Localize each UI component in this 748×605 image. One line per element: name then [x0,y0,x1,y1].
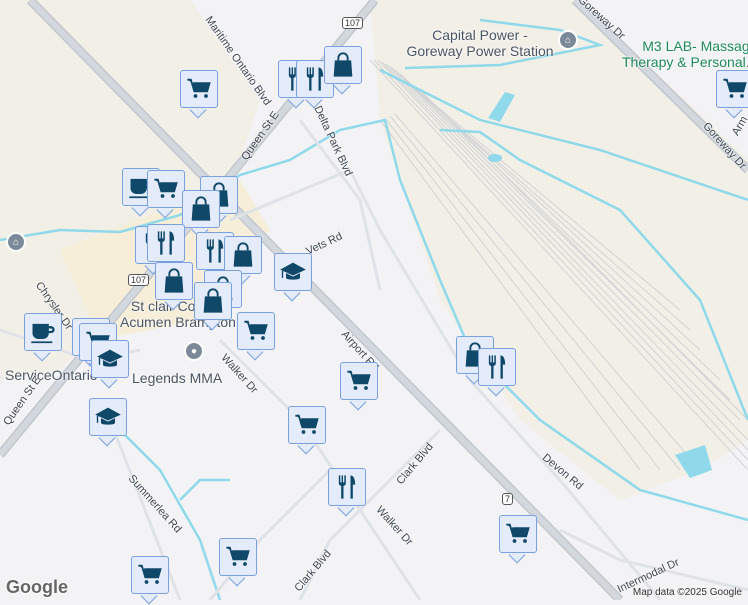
shopping-bag-icon [194,282,232,320]
map-marker-shopping-cart[interactable] [237,312,275,361]
shopping-cart-icon [219,538,257,576]
shopping-cart-icon [499,515,537,553]
school-icon [274,253,312,291]
map-marker-shopping-cart[interactable] [499,515,537,564]
map-marker-shopping-cart[interactable] [340,362,378,411]
map-marker-shopping-cart[interactable] [219,538,257,587]
shopping-cart-icon [288,406,326,444]
shopping-cart-icon [147,170,185,208]
highway-shield: 107 [128,274,150,286]
place-label[interactable]: Capital Power - Goreway Power Station [405,27,555,59]
school-icon [89,398,127,436]
shopping-bag-icon [155,262,193,300]
map-marker-school[interactable] [91,340,129,389]
map-marker-shopping-cart[interactable] [147,170,185,219]
map-marker-cafe[interactable] [24,313,62,362]
highway-shield: 107 [342,17,364,29]
shopping-cart-icon [131,556,169,594]
landmark-icon[interactable]: ⌂ [558,30,578,50]
landmark-icon[interactable]: ⌂ [6,232,26,252]
place-label-serviceontario[interactable]: ServiceOntario [5,367,98,383]
map-marker-restaurant[interactable] [478,348,516,397]
map-marker-shopping-bag[interactable] [155,262,193,311]
shopping-bag-icon [182,190,220,228]
map-marker-shopping-cart[interactable] [288,406,326,455]
map-marker-shopping-bag[interactable] [182,190,220,239]
map-marker-shopping-bag[interactable] [194,282,232,331]
shopping-cart-icon [340,362,378,400]
place-label-legends[interactable]: Legends MMA [132,370,222,386]
place-label-m3lab[interactable]: M3 LAB- Massage Therapy & Personal... [622,38,748,70]
restaurant-icon [328,468,366,506]
map-marker-shopping-cart[interactable] [131,556,169,605]
shopping-cart-icon [180,70,218,108]
shopping-bag-icon [224,236,262,274]
map-marker-restaurant[interactable] [328,468,366,517]
shopping-cart-icon [716,70,748,108]
google-logo: Google [6,577,68,597]
highway-shield: 7 [502,493,514,505]
place-pin-icon[interactable]: ● [184,341,204,361]
map-marker-shopping-bag[interactable] [324,46,362,95]
school-icon [91,340,129,378]
map-attribution[interactable]: Map data ©2025 Google [633,587,742,598]
map-marker-shopping-cart[interactable] [180,70,218,119]
restaurant-icon [478,348,516,386]
shopping-bag-icon [324,46,362,84]
map-marker-school[interactable] [89,398,127,447]
cafe-icon [24,313,62,351]
shopping-cart-icon [237,312,275,350]
restaurant-icon [147,224,185,262]
map-marker-shopping-cart[interactable] [716,70,748,119]
map-marker-school[interactable] [274,253,312,302]
